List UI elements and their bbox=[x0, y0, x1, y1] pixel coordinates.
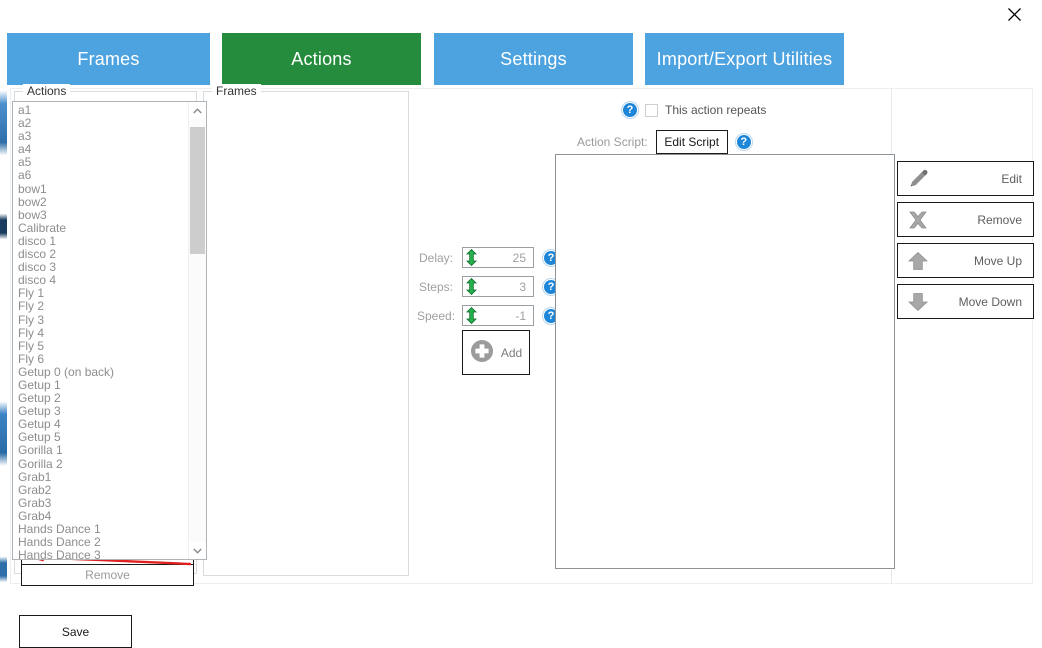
save-button[interactable]: Save bbox=[19, 615, 132, 648]
list-item[interactable]: Gorilla 2 bbox=[18, 457, 188, 471]
close-icon[interactable] bbox=[992, 0, 1036, 28]
this-action-repeats-checkbox[interactable] bbox=[645, 103, 658, 117]
move-up-button[interactable]: Move Up bbox=[897, 243, 1034, 278]
list-item[interactable]: Calibrate bbox=[18, 221, 188, 235]
speed-value: -1 bbox=[515, 308, 526, 323]
move-down-button[interactable]: Move Down bbox=[897, 284, 1034, 319]
speed-row: Speed: -1 ? bbox=[417, 305, 559, 326]
delay-stepper[interactable]: 25 bbox=[462, 247, 534, 268]
list-item[interactable]: Fly 3 bbox=[18, 313, 188, 327]
action-editor-dialog: Frames Actions Settings Import/Export Ut… bbox=[7, 0, 1042, 648]
tab-import-export-utilities[interactable]: Import/Export Utilities bbox=[645, 33, 844, 85]
move-down-button-label: Move Down bbox=[958, 294, 1022, 309]
list-item[interactable]: bow2 bbox=[18, 195, 188, 209]
delay-value: 25 bbox=[512, 250, 526, 265]
remove-button-label: Remove bbox=[977, 212, 1022, 227]
question-mark-icon[interactable]: ? bbox=[622, 102, 638, 118]
frames-list-items: a1 a2 a3 a4 a5 a6 bow1 bow2 bow3 Calibrate disco 1… bbox=[13, 104, 188, 559]
list-item[interactable]: Grab3 bbox=[18, 496, 188, 510]
steps-value: 3 bbox=[519, 279, 526, 294]
frames-scroll-track[interactable] bbox=[189, 119, 206, 542]
list-item[interactable]: a2 bbox=[18, 116, 188, 130]
arrow-up-icon bbox=[898, 250, 938, 272]
edit-button-label: Edit bbox=[1001, 171, 1022, 186]
question-mark-icon[interactable]: ? bbox=[735, 134, 752, 150]
delay-label: Delay: bbox=[418, 250, 453, 265]
list-item[interactable]: Hands Dance 3 bbox=[18, 549, 188, 559]
frames-listbox[interactable]: a1 a2 a3 a4 a5 a6 bow1 bow2 bow3 Calibrate disco 1… bbox=[12, 101, 207, 560]
list-item[interactable]: a1 bbox=[18, 104, 188, 117]
list-item[interactable]: Fly 4 bbox=[18, 326, 188, 340]
list-item[interactable]: Fly 5 bbox=[18, 339, 188, 353]
action-script-label: Action Script: bbox=[577, 135, 648, 149]
updown-arrows-icon[interactable] bbox=[463, 277, 479, 296]
remove-action-button[interactable]: Remove bbox=[21, 564, 194, 586]
actions-group-title: Actions bbox=[23, 84, 71, 98]
list-item[interactable]: Grab1 bbox=[18, 470, 188, 484]
scroll-down-icon[interactable] bbox=[189, 542, 206, 559]
list-item[interactable]: bow3 bbox=[18, 208, 188, 222]
x-cross-icon bbox=[898, 209, 938, 231]
action-script-row: Action Script: Edit Script ? bbox=[577, 130, 752, 154]
frames-scroll-thumb[interactable] bbox=[190, 127, 205, 255]
list-item[interactable]: a6 bbox=[18, 169, 188, 182]
move-up-button-label: Move Up bbox=[973, 253, 1022, 268]
list-item[interactable]: Grab2 bbox=[18, 483, 188, 497]
frames-group-title: Frames bbox=[212, 84, 261, 98]
edit-script-button[interactable]: Edit Script bbox=[655, 130, 728, 154]
updown-arrows-icon[interactable] bbox=[463, 306, 479, 325]
tab-actions[interactable]: Actions bbox=[222, 33, 421, 85]
edit-button[interactable]: Edit bbox=[897, 161, 1034, 196]
tab-bar: Frames Actions Settings Import/Export Ut… bbox=[7, 30, 1042, 86]
scroll-up-icon[interactable] bbox=[189, 102, 206, 119]
repeat-row: ? This action repeats bbox=[622, 102, 766, 118]
list-item[interactable]: a4 bbox=[18, 143, 188, 156]
list-item[interactable]: a3 bbox=[18, 130, 188, 143]
steps-stepper[interactable]: 3 bbox=[462, 276, 534, 297]
this-action-repeats-label: This action repeats bbox=[665, 103, 767, 117]
frames-scrollbar[interactable] bbox=[188, 102, 206, 559]
pencil-icon bbox=[898, 168, 938, 190]
frames-groupbox: Frames bbox=[203, 84, 409, 576]
list-item[interactable]: Getup 0 (on back) bbox=[18, 365, 188, 379]
background-window-sliver bbox=[0, 0, 7, 647]
steps-label: Steps: bbox=[418, 279, 453, 294]
add-button-label: Add bbox=[500, 345, 523, 360]
list-item[interactable]: Fly 6 bbox=[18, 352, 188, 366]
delay-row: Delay: 25 ? bbox=[417, 247, 559, 268]
action-sequence-panel[interactable] bbox=[555, 154, 895, 569]
updown-arrows-icon[interactable] bbox=[463, 248, 479, 267]
speed-label: Speed: bbox=[417, 308, 456, 323]
speed-stepper[interactable]: -1 bbox=[462, 305, 534, 326]
list-item[interactable]: Gorilla 1 bbox=[18, 444, 188, 457]
list-item[interactable]: bow1 bbox=[18, 182, 188, 196]
arrow-down-icon bbox=[898, 291, 938, 313]
tab-frames[interactable]: Frames bbox=[7, 33, 210, 85]
title-bar bbox=[7, 0, 1042, 30]
steps-row: Steps: 3 ? bbox=[417, 276, 559, 297]
tab-settings[interactable]: Settings bbox=[434, 33, 633, 85]
list-item[interactable]: Fly 2 bbox=[18, 300, 188, 313]
plus-circle-icon bbox=[470, 339, 494, 366]
remove-button[interactable]: Remove bbox=[897, 202, 1034, 237]
add-button[interactable]: Add bbox=[462, 330, 530, 375]
list-item[interactable]: a5 bbox=[18, 156, 188, 169]
tab-content-actions: Actions BowDisco DanceFlyForwardGetupGor… bbox=[7, 84, 1042, 648]
